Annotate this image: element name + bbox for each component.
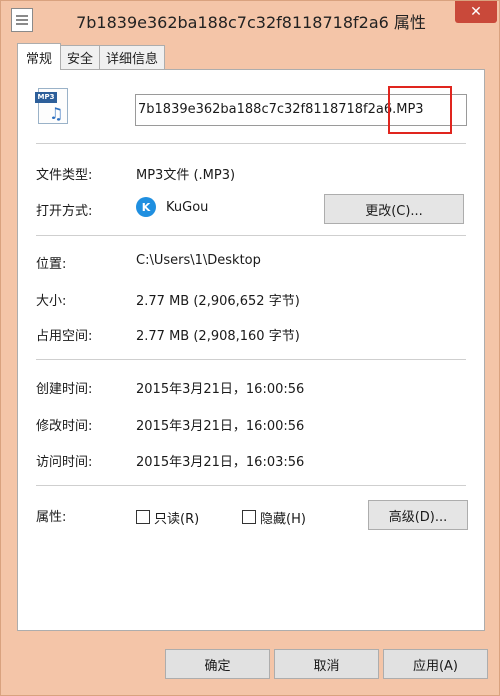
mp3-file-icon: MP3 ♫ (35, 88, 68, 124)
close-button[interactable]: ✕ (455, 1, 497, 23)
accessed-value: 2015年3月21日，16:03:56 (136, 455, 305, 470)
properties-window: 7b1839e362ba188c7c32f8118718f2a6 属性 ✕ 常规… (0, 0, 500, 696)
tab-security[interactable]: 安全 (60, 45, 101, 69)
size-value: 2.77 MB (2,906,652 字节) (136, 294, 300, 309)
music-note-icon: ♫ (49, 104, 64, 123)
file-type-value: MP3文件 (.MP3) (136, 168, 236, 183)
change-button[interactable]: 更改(C)... (324, 194, 464, 224)
created-label: 创建时间: (36, 382, 93, 397)
highlight-box (388, 86, 452, 134)
divider (36, 143, 466, 144)
tab-strip: 常规 安全 详细信息 (17, 43, 166, 70)
mp3-badge: MP3 (35, 92, 57, 103)
cancel-button[interactable]: 取消 (274, 649, 379, 679)
apply-button[interactable]: 应用(A) (383, 649, 488, 679)
attributes-label: 属性: (36, 510, 67, 525)
divider (36, 485, 466, 486)
tab-general[interactable]: 常规 (17, 43, 62, 70)
location-label: 位置: (36, 257, 67, 272)
size-on-disk-label: 占用空间: (36, 329, 93, 344)
title-bar: 7b1839e362ba188c7c32f8118718f2a6 属性 ✕ (1, 1, 500, 39)
readonly-label[interactable]: 只读(R) (154, 508, 199, 527)
file-type-label: 文件类型: (36, 168, 93, 183)
kugou-app-icon: K (136, 197, 156, 217)
opens-with-value: KuGou (166, 200, 209, 215)
hidden-checkbox[interactable] (242, 510, 256, 524)
advanced-button[interactable]: 高级(D)... (368, 500, 468, 530)
tab-details[interactable]: 详细信息 (99, 45, 166, 69)
location-value: C:\Users\1\Desktop (136, 253, 261, 268)
accessed-label: 访问时间: (36, 455, 93, 470)
modified-value: 2015年3月21日，16:00:56 (136, 419, 305, 434)
readonly-checkbox[interactable] (136, 510, 150, 524)
opens-with-label: 打开方式: (36, 204, 93, 219)
divider (36, 235, 466, 236)
size-label: 大小: (36, 294, 67, 309)
general-panel: MP3 ♫ 7b1839e362ba188c7c32f8118718f2a6.M… (17, 69, 485, 631)
window-title: 7b1839e362ba188c7c32f8118718f2a6 属性 (76, 13, 426, 32)
modified-label: 修改时间: (36, 419, 93, 434)
size-on-disk-value: 2.77 MB (2,908,160 字节) (136, 329, 300, 344)
created-value: 2015年3月21日，16:00:56 (136, 382, 305, 397)
divider (36, 359, 466, 360)
ok-button[interactable]: 确定 (165, 649, 270, 679)
hidden-label[interactable]: 隐藏(H) (260, 508, 306, 527)
